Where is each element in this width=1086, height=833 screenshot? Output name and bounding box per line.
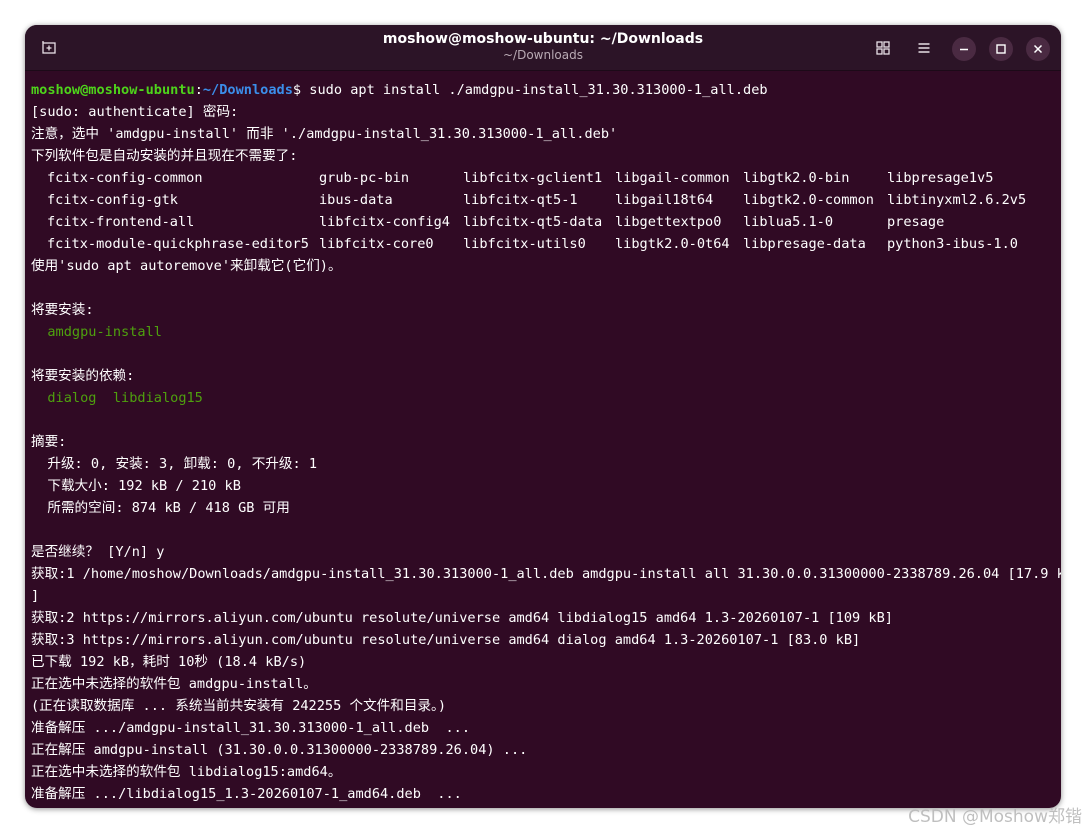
subtitle-text: ~/Downloads	[503, 48, 583, 62]
package-name: libfcitx-gclient1	[463, 170, 603, 186]
grid-view-icon[interactable]	[871, 36, 895, 60]
package-name: fcitx-config-gtk	[47, 192, 178, 208]
package-name: ibus-data	[319, 192, 393, 208]
package-name: fcitx-module-quickphrase-editor5	[47, 236, 309, 252]
prompt-user-host: moshow@moshow-ubuntu	[31, 82, 195, 98]
prompt-colon: :	[194, 82, 203, 98]
output-line: 使用'sudo apt autoremove'来卸载它(它们)。	[31, 258, 342, 274]
output-line: [sudo: authenticate] 密码:	[31, 104, 239, 120]
output-line: 正在选中未选择的软件包 amdgpu-install。	[31, 676, 317, 692]
output-line: 注意，选中 'amdgpu-install' 而非 './amdgpu-inst…	[31, 126, 618, 142]
output-line: 获取:1 /home/moshow/Downloads/amdgpu-insta…	[31, 566, 1061, 582]
output-line: 将要安装的依赖:	[31, 368, 135, 384]
package-row: fcitx-module-quickphrase-editor5 libfcitx…	[31, 233, 1061, 255]
package-name: grub-pc-bin	[319, 170, 410, 186]
close-icon	[1033, 44, 1043, 54]
output-line: 准备解压 .../libdialog15_1.3-20260107-1_amd6…	[31, 786, 462, 802]
autoremove-package-table: fcitx-config-common grub-pc-bin libfcitx-g…	[31, 167, 1061, 255]
maximize-icon	[996, 44, 1006, 54]
package-name: libfcitx-config4	[319, 214, 450, 230]
prompt-path: ~/Downloads	[202, 82, 293, 98]
package-name: libfcitx-qt5-data	[463, 214, 603, 230]
package-row: fcitx-config-gtk ibus-data libfcitx-qt5-1 l…	[31, 189, 1061, 211]
package-name: libpresage1v5	[887, 170, 994, 186]
package-name: fcitx-frontend-all	[47, 214, 195, 230]
window-title: moshow@moshow-ubuntu: ~/Downloads ~/Down…	[25, 31, 1061, 63]
dependency-package-line: dialog libdialog15	[31, 390, 203, 406]
output-line: 准备解压 .../amdgpu-install_31.30.313000-1_a…	[31, 720, 471, 736]
package-name: libgettextpo0	[615, 214, 722, 230]
package-name: presage	[887, 214, 945, 230]
maximize-button[interactable]	[989, 37, 1013, 61]
output-line: 所需的空间: 874 kB / 418 GB 可用	[31, 500, 290, 516]
package-row: fcitx-config-common grub-pc-bin libfcitx-g…	[31, 167, 1061, 189]
package-name: libtinyxml2.6.2v5	[887, 192, 1027, 208]
package-name: libpresage-data	[743, 236, 866, 252]
minimize-icon	[960, 48, 968, 51]
output-line: 已下载 192 kB，耗时 10秒 (18.4 kB/s)	[31, 654, 307, 670]
output-line: 下载大小: 192 kB / 210 kB	[31, 478, 241, 494]
output-line: 是否继续？ [Y/n] y	[31, 544, 165, 560]
output-line: 获取:3 https://mirrors.aliyun.com/ubuntu r…	[31, 632, 861, 648]
package-name: libgtk2.0-bin	[743, 170, 850, 186]
title-text: moshow@moshow-ubuntu: ~/Downloads	[382, 31, 704, 47]
output-line: ]	[31, 588, 40, 604]
minimize-button[interactable]	[952, 37, 976, 61]
package-name: libgail18t64	[615, 192, 714, 208]
prompt-line: moshow@moshow-ubuntu:~/Downloads$ sudo a…	[31, 79, 1061, 101]
package-name: libfcitx-qt5-1	[463, 192, 578, 208]
title-bar[interactable]: moshow@moshow-ubuntu: ~/Downloads ~/Down…	[25, 25, 1061, 71]
output-line: (正在读取数据库 ... 系统当前共安装有 242255 个文件和目录。)	[31, 698, 447, 714]
package-name: libfcitx-core0	[319, 236, 434, 252]
output-line: 下列软件包是自动安装的并且现在不需要了:	[31, 148, 298, 164]
package-name: python3-ibus-1.0	[887, 236, 1018, 252]
output-line: 正在解压 amdgpu-install (31.30.0.0.31300000-…	[31, 742, 528, 758]
package-name: libfcitx-utils0	[463, 236, 586, 252]
package-name: liblua5.1-0	[743, 214, 834, 230]
output-line: 将要安装:	[31, 302, 94, 318]
new-tab-icon[interactable]	[37, 36, 61, 60]
package-name: fcitx-config-common	[47, 170, 203, 186]
output-line: 升级: 0, 安装: 3, 卸载: 0, 不升级: 1	[31, 456, 318, 472]
terminal-output[interactable]: moshow@moshow-ubuntu:~/Downloads$ sudo a…	[31, 79, 1061, 808]
package-name: libgail-common	[615, 170, 730, 186]
close-button[interactable]	[1026, 37, 1050, 61]
output-line: 正在选中未选择的软件包 libdialog15:amd64。	[31, 764, 342, 780]
package-name: libgtk2.0-0t64	[615, 236, 730, 252]
install-package-line: amdgpu-install	[31, 324, 162, 340]
output-line: 摘要:	[31, 434, 67, 450]
terminal-window: moshow@moshow-ubuntu: ~/Downloads ~/Down…	[25, 25, 1061, 808]
prompt-command: sudo apt install ./amdgpu-install_31.30.…	[301, 82, 768, 98]
package-row: fcitx-frontend-all libfcitx-config4 libfci…	[31, 211, 1061, 233]
package-name: libgtk2.0-common	[743, 192, 874, 208]
output-line: 获取:2 https://mirrors.aliyun.com/ubuntu r…	[31, 610, 893, 626]
watermark: CSDN @Moshow郑锴	[908, 807, 1082, 827]
menu-icon[interactable]	[912, 36, 936, 60]
prompt-symbol: $	[292, 82, 302, 98]
